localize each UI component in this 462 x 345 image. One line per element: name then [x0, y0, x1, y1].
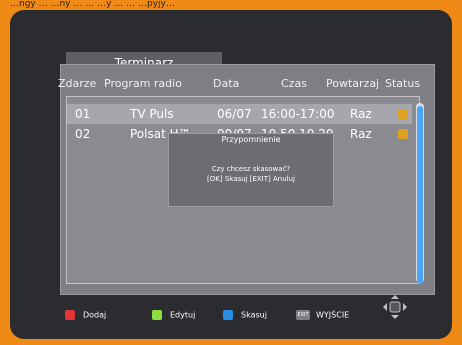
column-header-program: Program radio: [104, 77, 182, 90]
dialog-message: Czy chcesz skasować? [OK] Skasuj [EXIT] …: [169, 164, 333, 184]
red-key-icon: [65, 310, 75, 320]
column-header-time: Czas: [281, 77, 307, 90]
alarm-icon: [398, 109, 408, 119]
exit-key-icon: EXIT: [296, 310, 310, 320]
scrollbar-thumb[interactable]: [417, 106, 423, 284]
blue-key-icon: [223, 310, 233, 320]
dialog-message-line1: Czy chcesz skasować?: [211, 165, 291, 173]
column-header-repeat: Powtarzaj: [326, 77, 380, 90]
footer-exit-label: WYJŚCIE: [316, 310, 350, 320]
reminder-dialog: Przypomnienie Czy chcesz skasować? [OK] …: [168, 133, 334, 207]
table-row[interactable]: 01 TV Puls 06/07 16:00-17:00 Raz: [67, 104, 412, 124]
footer-item-add[interactable]: Dodaj: [65, 310, 106, 320]
footer-item-edit[interactable]: Edytuj: [152, 310, 195, 320]
alarm-icon: [398, 129, 408, 139]
row-repeat: Raz: [350, 127, 372, 141]
footer-add-label: Dodaj: [83, 310, 107, 320]
footer-item-exit[interactable]: EXIT WYJŚCIE: [296, 310, 349, 320]
row-id: 02: [75, 127, 91, 141]
row-program: TV Puls: [130, 107, 174, 121]
scrollbar[interactable]: [416, 103, 424, 284]
column-header-status: Status: [385, 77, 421, 90]
dialog-message-line2: [OK] Skasuj [EXIT] Anuluj: [207, 175, 295, 183]
footer-delete-label: Skasuj: [241, 310, 267, 320]
footer-item-delete[interactable]: Skasuj: [223, 310, 267, 320]
row-date: 06/07: [217, 107, 252, 121]
row-repeat: Raz: [350, 107, 372, 121]
navigation-pad-icon: [383, 295, 407, 319]
top-text: …ngy … …ny … … …y … … …pyjy…: [10, 0, 175, 9]
table-header: Zdarze Program radio Data Czas Powtarzaj…: [58, 72, 433, 94]
row-id: 01: [75, 107, 91, 121]
column-header-date: Data: [213, 77, 240, 90]
green-key-icon: [152, 310, 162, 320]
dialog-title: Przypomnienie: [169, 134, 333, 146]
row-time: 16:00-17:00: [261, 107, 335, 121]
column-header-event: Zdarze: [58, 77, 97, 90]
footer-edit-label: Edytuj: [170, 310, 196, 320]
